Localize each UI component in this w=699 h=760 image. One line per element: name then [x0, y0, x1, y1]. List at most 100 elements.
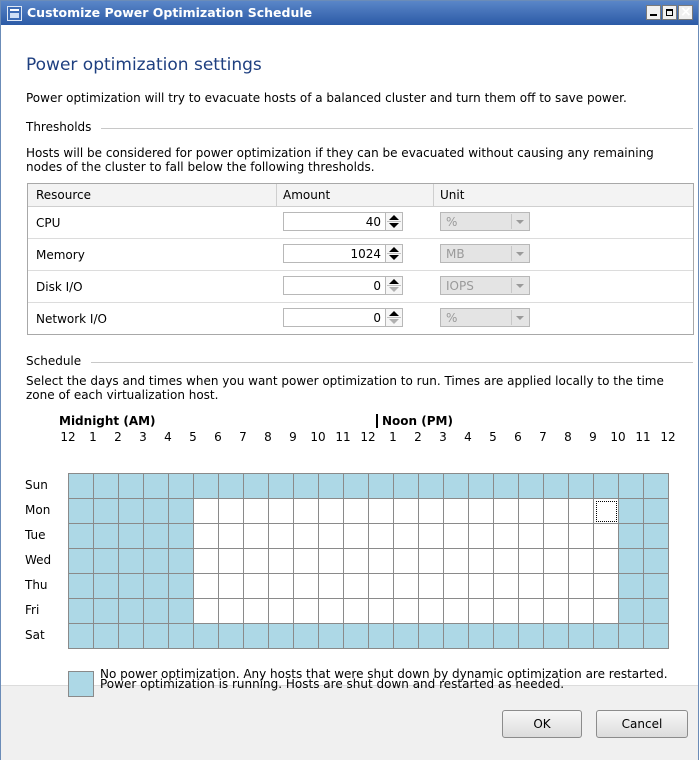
schedule-cell[interactable] [269, 599, 294, 624]
schedule-cell[interactable] [244, 474, 269, 499]
schedule-cell[interactable] [619, 549, 644, 574]
schedule-cell[interactable] [119, 499, 144, 524]
schedule-cell[interactable] [94, 474, 119, 499]
schedule-cell[interactable] [194, 499, 219, 524]
schedule-cell[interactable] [194, 549, 219, 574]
schedule-cell[interactable] [69, 599, 94, 624]
schedule-cell[interactable] [394, 474, 419, 499]
schedule-cell[interactable] [319, 549, 344, 574]
schedule-cell[interactable] [619, 624, 644, 649]
schedule-cell[interactable] [544, 574, 569, 599]
schedule-cell[interactable] [319, 499, 344, 524]
schedule-cell[interactable] [444, 549, 469, 574]
schedule-cell[interactable] [294, 574, 319, 599]
schedule-cell[interactable] [394, 599, 419, 624]
spin-up-icon[interactable] [389, 279, 399, 284]
schedule-cell[interactable] [269, 499, 294, 524]
schedule-cell[interactable] [644, 624, 669, 649]
disk-io-amount-input[interactable]: 0 [283, 276, 403, 295]
schedule-cell[interactable] [544, 624, 569, 649]
schedule-cell[interactable] [394, 549, 419, 574]
schedule-cell[interactable] [419, 574, 444, 599]
schedule-cell[interactable] [494, 574, 519, 599]
schedule-cell[interactable] [394, 499, 419, 524]
schedule-cell[interactable] [519, 474, 544, 499]
schedule-grid[interactable] [68, 473, 669, 649]
schedule-cell[interactable] [269, 524, 294, 549]
schedule-cell[interactable] [194, 524, 219, 549]
schedule-cell[interactable] [519, 574, 544, 599]
schedule-cell[interactable] [169, 499, 194, 524]
schedule-cell[interactable] [269, 574, 294, 599]
schedule-cell[interactable] [169, 624, 194, 649]
schedule-cell[interactable] [544, 499, 569, 524]
schedule-cell[interactable] [94, 499, 119, 524]
spin-up-icon[interactable] [389, 215, 399, 220]
schedule-cell[interactable] [494, 599, 519, 624]
schedule-cell[interactable] [469, 474, 494, 499]
schedule-cell[interactable] [494, 524, 519, 549]
schedule-cell[interactable] [419, 624, 444, 649]
schedule-cell[interactable] [219, 549, 244, 574]
schedule-cell[interactable] [469, 524, 494, 549]
schedule-cell[interactable] [569, 599, 594, 624]
column-header-amount[interactable]: Amount [283, 188, 330, 202]
schedule-cell[interactable] [94, 549, 119, 574]
schedule-cell[interactable] [219, 499, 244, 524]
schedule-cell[interactable] [544, 599, 569, 624]
schedule-cell[interactable] [569, 549, 594, 574]
schedule-cell[interactable] [119, 474, 144, 499]
schedule-cell[interactable] [244, 549, 269, 574]
schedule-cell[interactable] [444, 599, 469, 624]
schedule-cell[interactable] [569, 499, 594, 524]
schedule-cell[interactable] [244, 574, 269, 599]
schedule-cell[interactable] [569, 624, 594, 649]
schedule-cell[interactable] [469, 499, 494, 524]
title-bar[interactable]: Customize Power Optimization Schedule × [1, 1, 698, 25]
schedule-cell[interactable] [569, 574, 594, 599]
schedule-cell[interactable] [369, 599, 394, 624]
schedule-cell[interactable] [219, 524, 244, 549]
schedule-cell[interactable] [69, 549, 94, 574]
schedule-cell[interactable] [69, 474, 94, 499]
schedule-cell[interactable] [394, 624, 419, 649]
schedule-cell[interactable] [69, 499, 94, 524]
spin-up-icon[interactable] [389, 247, 399, 252]
schedule-cell[interactable] [469, 549, 494, 574]
schedule-cell[interactable] [644, 574, 669, 599]
schedule-cell[interactable] [294, 549, 319, 574]
schedule-cell[interactable] [394, 574, 419, 599]
schedule-cell[interactable] [594, 499, 619, 524]
schedule-cell[interactable] [294, 599, 319, 624]
schedule-cell[interactable] [94, 599, 119, 624]
schedule-cell[interactable] [619, 574, 644, 599]
schedule-cell[interactable] [119, 599, 144, 624]
schedule-cell[interactable] [344, 524, 369, 549]
schedule-cell[interactable] [644, 499, 669, 524]
schedule-cell[interactable] [644, 599, 669, 624]
schedule-cell[interactable] [344, 574, 369, 599]
schedule-cell[interactable] [219, 574, 244, 599]
schedule-cell[interactable] [419, 599, 444, 624]
schedule-cell[interactable] [294, 474, 319, 499]
schedule-cell[interactable] [144, 574, 169, 599]
schedule-cell[interactable] [594, 624, 619, 649]
schedule-cell[interactable] [369, 499, 394, 524]
schedule-cell[interactable] [169, 574, 194, 599]
schedule-cell[interactable] [69, 624, 94, 649]
schedule-cell[interactable] [569, 474, 594, 499]
schedule-cell[interactable] [94, 624, 119, 649]
schedule-cell[interactable] [94, 574, 119, 599]
schedule-cell[interactable] [344, 599, 369, 624]
schedule-cell[interactable] [144, 624, 169, 649]
schedule-cell[interactable] [594, 549, 619, 574]
schedule-cell[interactable] [369, 474, 394, 499]
amount-spinner[interactable] [385, 213, 402, 230]
schedule-cell[interactable] [594, 599, 619, 624]
schedule-cell[interactable] [119, 549, 144, 574]
schedule-cell[interactable] [319, 599, 344, 624]
schedule-cell[interactable] [519, 624, 544, 649]
schedule-cell[interactable] [244, 524, 269, 549]
schedule-cell[interactable] [119, 524, 144, 549]
schedule-cell[interactable] [194, 624, 219, 649]
